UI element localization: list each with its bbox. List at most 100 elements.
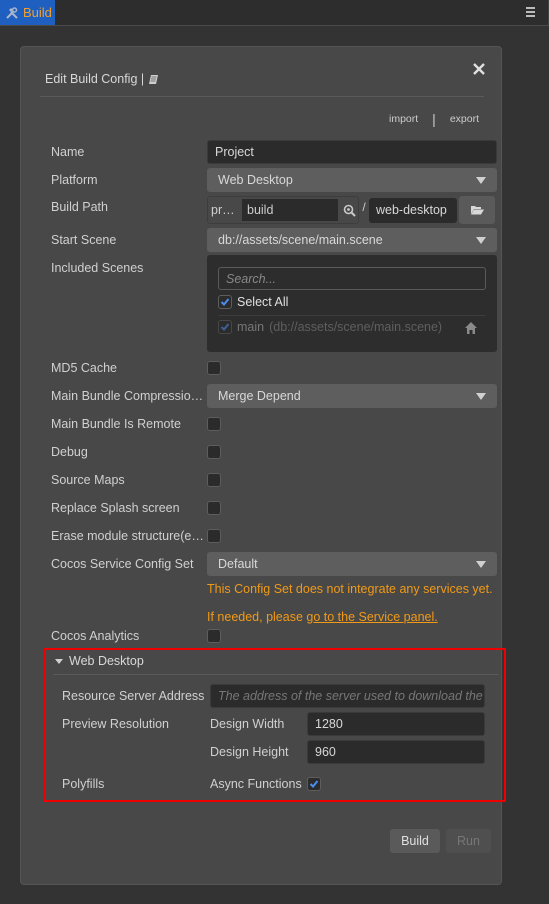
- export-link[interactable]: export: [450, 113, 479, 125]
- main-bundle-compression-select[interactable]: Merge Depend: [207, 384, 497, 408]
- dialog-title: Edit Build Config |: [45, 72, 159, 86]
- start-scene-select[interactable]: db://assets/scene/main.scene: [207, 228, 497, 252]
- compression-field-wrap: Merge Depend: [207, 384, 497, 408]
- name-input[interactable]: Project: [207, 140, 497, 164]
- row-md5-cache: MD5 Cache: [51, 356, 497, 380]
- main-bundle-remote-checkbox[interactable]: [207, 417, 221, 431]
- start-scene-label: Start Scene: [51, 233, 117, 247]
- caret-down-icon: [55, 658, 63, 664]
- scene-checkbox[interactable]: [218, 320, 232, 334]
- design-height-input[interactable]: 960: [307, 740, 485, 764]
- folder-open-icon: [470, 206, 484, 215]
- platform-label: Platform: [51, 173, 98, 187]
- build-path-group: pr… build: [207, 196, 359, 224]
- service-config-field-wrap: Default: [207, 552, 497, 576]
- tab-label: Build: [23, 5, 52, 20]
- cocos-analytics-checkbox[interactable]: [207, 629, 221, 643]
- import-export-separator: |: [432, 111, 436, 127]
- row-replace-splash: Replace Splash screen: [51, 496, 497, 520]
- resource-server-input[interactable]: The address of the server used to downlo…: [210, 684, 485, 708]
- row-polyfills: Polyfills Async Functions: [62, 772, 321, 796]
- row-build-path: Build Path pr… build / web-desktop: [51, 196, 497, 224]
- design-height-label: Design Height: [210, 745, 289, 759]
- import-link[interactable]: import: [389, 113, 418, 125]
- replace-splash-checkbox[interactable]: [207, 501, 221, 515]
- scene-list-item[interactable]: main (db://assets/scene/main.scene): [218, 320, 486, 334]
- open-folder-button[interactable]: [459, 196, 495, 224]
- build-path-field: pr… build / web-desktop: [207, 196, 496, 224]
- name-field-wrap: Project: [207, 140, 497, 164]
- row-erase-module: Erase module structure(e…: [51, 524, 497, 548]
- async-functions-checkbox[interactable]: [307, 777, 321, 791]
- row-design-height: Design Height 960: [62, 740, 485, 764]
- row-preview-resolution: Preview Resolution Design Width 1280: [62, 712, 485, 736]
- scene-list-divider: [218, 315, 486, 316]
- row-cocos-analytics: Cocos Analytics: [51, 624, 497, 648]
- source-maps-checkbox[interactable]: [207, 473, 221, 487]
- scene-search-input[interactable]: Search...: [218, 267, 486, 290]
- close-icon[interactable]: [471, 61, 487, 77]
- scene-path: (db://assets/scene/main.scene): [269, 320, 443, 334]
- section-divider: [53, 674, 499, 675]
- erase-module-checkbox[interactable]: [207, 529, 221, 543]
- chevron-down-icon: [476, 392, 486, 400]
- row-start-scene: Start Scene db://assets/scene/main.scene: [51, 228, 497, 252]
- service-config-select[interactable]: Default: [207, 552, 497, 576]
- build-path-input[interactable]: build: [242, 199, 338, 221]
- service-config-value: Default: [218, 557, 258, 571]
- build-button[interactable]: Build: [390, 829, 440, 853]
- async-functions-label: Async Functions: [210, 777, 302, 791]
- cocos-analytics-label: Cocos Analytics: [51, 629, 140, 643]
- chevron-down-icon: [476, 176, 486, 184]
- main-bundle-compression-label: Main Bundle Compressio…: [51, 389, 204, 403]
- home-icon[interactable]: [464, 321, 478, 335]
- service-config-label: Cocos Service Config Set: [51, 557, 194, 571]
- platform-field-wrap: Web Desktop: [207, 168, 497, 192]
- erase-module-label: Erase module structure(e…: [51, 529, 204, 543]
- row-main-bundle-compression: Main Bundle Compressio… Merge Depend: [51, 384, 497, 408]
- hamburger-menu-icon[interactable]: [526, 7, 535, 17]
- web-desktop-section-header[interactable]: Web Desktop: [55, 654, 144, 668]
- web-desktop-title: Web Desktop: [69, 654, 144, 668]
- resource-server-label: Resource Server Address: [62, 689, 205, 703]
- compression-value: Merge Depend: [218, 389, 301, 403]
- row-source-maps: Source Maps: [51, 468, 497, 492]
- debug-checkbox[interactable]: [207, 445, 221, 459]
- debug-label: Debug: [51, 445, 88, 459]
- row-debug: Debug: [51, 440, 497, 464]
- row-service-config: Cocos Service Config Set Default: [51, 552, 497, 576]
- select-all-row[interactable]: Select All: [218, 295, 288, 309]
- web-desktop-section: Web Desktop Resource Server Address The …: [43, 648, 506, 802]
- main-bundle-remote-label: Main Bundle Is Remote: [51, 417, 181, 431]
- row-platform: Platform Web Desktop: [51, 168, 497, 192]
- select-all-checkbox[interactable]: [218, 295, 232, 309]
- import-export-row: import | export: [389, 111, 479, 127]
- book-icon[interactable]: [148, 74, 159, 85]
- platform-value: Web Desktop: [218, 173, 293, 187]
- select-all-label: Select All: [237, 295, 289, 309]
- build-path-prefix: pr…: [211, 203, 235, 217]
- search-icon[interactable]: [340, 201, 358, 219]
- service-warning: This Config Set does not integrate any s…: [207, 575, 497, 631]
- build-path-slash: /: [362, 200, 366, 214]
- start-scene-value: db://assets/scene/main.scene: [218, 233, 383, 247]
- title-divider: [40, 96, 484, 97]
- row-main-bundle-remote: Main Bundle Is Remote: [51, 412, 497, 436]
- preview-resolution-label: Preview Resolution: [62, 717, 169, 731]
- design-width-input[interactable]: 1280: [307, 712, 485, 736]
- panel-tabbar: Build: [0, 0, 549, 26]
- chevron-down-icon: [476, 236, 486, 244]
- tools-icon: [6, 6, 18, 19]
- run-button[interactable]: Run: [446, 829, 491, 853]
- included-scenes-panel: Search... Select All main (db://assets/s…: [207, 255, 497, 352]
- md5-cache-label: MD5 Cache: [51, 361, 117, 375]
- scene-name: main: [237, 320, 265, 334]
- name-label: Name: [51, 145, 85, 159]
- md5-cache-checkbox[interactable]: [207, 361, 221, 375]
- platform-select[interactable]: Web Desktop: [207, 168, 497, 192]
- service-panel-link[interactable]: go to the Service panel.: [306, 610, 437, 624]
- build-dir-input[interactable]: web-desktop: [369, 197, 457, 223]
- start-scene-field-wrap: db://assets/scene/main.scene: [207, 228, 497, 252]
- design-width-label: Design Width: [210, 717, 285, 731]
- tab-build[interactable]: Build: [0, 0, 55, 25]
